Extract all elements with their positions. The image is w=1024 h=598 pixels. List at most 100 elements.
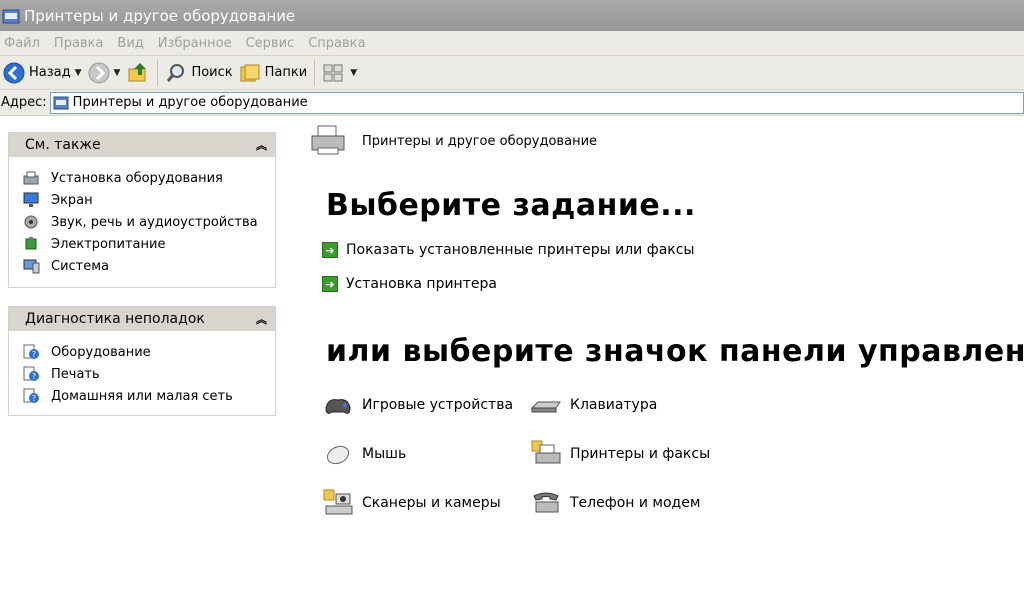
task-label: Установка принтера <box>346 276 497 292</box>
svg-text:?: ? <box>32 394 36 403</box>
scanner-camera-icon <box>323 489 353 515</box>
search-icon <box>167 63 185 82</box>
cp-scanners-cameras[interactable]: Сканеры и камеры <box>322 488 501 518</box>
see-also-title: См. также <box>25 137 101 153</box>
troubleshoot-item-printing[interactable]: ? Печать <box>23 363 275 385</box>
cp-keyboard[interactable]: Клавиатура <box>530 390 657 420</box>
toolbar: Назад ▼ ▼ Поиск Папки ▼ <box>0 56 1024 90</box>
see-also-item-power[interactable]: Электропитание <box>23 233 275 255</box>
toolbar-separator <box>314 59 316 86</box>
folders-icon <box>240 64 260 81</box>
cp-label: Игровые устройства <box>362 397 514 413</box>
address-bar: Адрес: Принтеры и другое оборудование <box>0 90 1024 116</box>
troubleshoot-item-label: Домашняя или малая сеть <box>51 388 233 404</box>
green-arrow-icon: ➔ <box>322 242 338 258</box>
pick-task-heading: Выберите задание... <box>326 188 696 223</box>
see-also-header[interactable]: См. также ︽ <box>9 133 275 157</box>
menu-help[interactable]: Справка <box>308 36 365 51</box>
chevron-down-icon[interactable]: ▼ <box>350 68 357 78</box>
up-folder-icon <box>128 62 147 81</box>
cp-label: Мышь <box>362 446 407 462</box>
back-arrow-icon <box>3 62 25 83</box>
see-also-item-label: Установка оборудования <box>51 170 223 186</box>
hardware-install-icon <box>23 171 39 185</box>
up-folder-button[interactable] <box>123 58 153 88</box>
back-label: Назад <box>29 65 71 80</box>
cp-label: Принтеры и факсы <box>570 446 711 462</box>
forward-arrow-icon <box>88 62 110 83</box>
printer-folder-icon <box>53 96 69 109</box>
address-label: Адрес: <box>1 95 47 110</box>
menu-edit[interactable]: Правка <box>54 36 103 51</box>
address-input[interactable]: Принтеры и другое оборудование <box>49 91 1024 114</box>
chevron-down-icon[interactable]: ▼ <box>75 68 82 78</box>
menu-tools[interactable]: Сервис <box>246 36 295 51</box>
menu-file[interactable]: Файл <box>4 36 40 51</box>
category-header: Принтеры и другое оборудование <box>308 124 597 158</box>
cp-label: Клавиатура <box>570 397 658 413</box>
display-icon <box>23 192 39 207</box>
task-show-printers[interactable]: ➔ Показать установленные принтеры или фа… <box>322 242 694 258</box>
printer-fax-icon <box>531 440 561 464</box>
troubleshoot-title: Диагностика неполадок <box>25 311 205 327</box>
phone-modem-icon <box>533 492 559 513</box>
cp-mouse[interactable]: Мышь <box>322 439 406 469</box>
task-add-printer[interactable]: ➔ Установка принтера <box>322 276 497 292</box>
views-button[interactable]: ▼ <box>319 58 360 88</box>
gamepad-icon <box>325 399 351 414</box>
address-value: Принтеры и другое оборудование <box>72 95 308 110</box>
troubleshoot-item-label: Оборудование <box>51 344 151 360</box>
system-icon <box>23 259 40 274</box>
mouse-icon <box>326 445 350 465</box>
troubleshoot-panel: Диагностика неполадок ︽ ? Оборудование ?… <box>8 306 276 416</box>
see-also-item-display[interactable]: Экран <box>23 189 275 211</box>
cp-printers-faxes[interactable]: Принтеры и факсы <box>530 439 710 469</box>
toolbar-separator <box>157 59 159 86</box>
window-title: Принтеры и другое оборудование <box>24 6 296 25</box>
see-also-item-label: Электропитание <box>51 236 166 252</box>
folders-label: Папки <box>264 65 308 80</box>
see-also-item-label: Система <box>51 258 110 274</box>
help-icon: ? <box>23 366 39 381</box>
see-also-item-sound[interactable]: Звук, речь и аудиоустройства <box>23 211 275 233</box>
green-arrow-icon: ➔ <box>322 276 338 292</box>
views-icon <box>323 64 343 81</box>
menu-bar: Файл Правка Вид Избранное Сервис Справка <box>0 31 1024 56</box>
see-also-item-label: Звук, речь и аудиоустройства <box>51 214 258 230</box>
see-also-item-system[interactable]: Система <box>23 255 275 277</box>
menu-view[interactable]: Вид <box>117 36 143 51</box>
troubleshoot-item-label: Печать <box>51 366 100 382</box>
cp-game-controllers[interactable]: Игровые устройства <box>322 390 513 420</box>
title-bar: Принтеры и другое оборудование <box>0 0 1024 31</box>
task-label: Показать установленные принтеры или факс… <box>346 242 695 258</box>
sound-icon <box>24 215 38 229</box>
printer-icon <box>311 125 345 155</box>
back-button[interactable]: Назад ▼ <box>0 58 85 88</box>
forward-button[interactable]: ▼ <box>85 58 124 88</box>
cp-label: Сканеры и камеры <box>362 495 501 511</box>
menu-favorites[interactable]: Избранное <box>158 36 232 51</box>
chevron-down-icon[interactable]: ▼ <box>114 68 121 78</box>
help-icon: ? <box>23 344 39 359</box>
troubleshoot-item-network[interactable]: ? Домашняя или малая сеть <box>23 385 275 407</box>
svg-text:?: ? <box>32 350 36 359</box>
collapse-chevron-icon[interactable]: ︽ <box>256 137 267 153</box>
see-also-panel: См. также ︽ Установка оборудования Экран… <box>8 132 276 288</box>
printer-folder-icon <box>2 9 20 23</box>
troubleshoot-item-hardware[interactable]: ? Оборудование <box>23 341 275 363</box>
keyboard-icon <box>530 401 561 413</box>
cp-phone-modem[interactable]: Телефон и модем <box>530 488 700 518</box>
troubleshoot-header[interactable]: Диагностика неполадок ︽ <box>9 307 275 331</box>
folders-button[interactable]: Папки <box>236 58 311 88</box>
see-also-item-label: Экран <box>51 192 93 208</box>
search-button[interactable]: Поиск <box>162 58 235 88</box>
svg-text:?: ? <box>32 372 36 381</box>
category-title: Принтеры и другое оборудование <box>362 133 598 149</box>
power-icon <box>25 237 37 250</box>
cp-label: Телефон и модем <box>570 495 701 511</box>
see-also-item-hardware[interactable]: Установка оборудования <box>23 167 275 189</box>
help-icon: ? <box>23 388 39 403</box>
search-label: Поиск <box>191 65 233 80</box>
pick-icon-heading: или выберите значок панели управления <box>326 334 1024 369</box>
collapse-chevron-icon[interactable]: ︽ <box>256 311 267 327</box>
